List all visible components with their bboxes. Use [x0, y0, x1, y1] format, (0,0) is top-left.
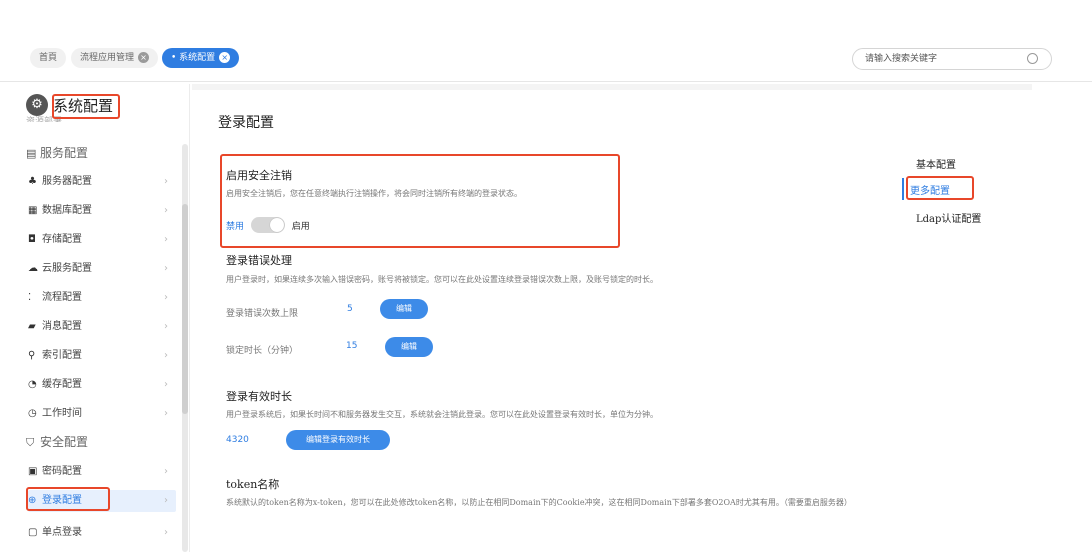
group-label: 服务配置	[40, 146, 89, 160]
highlight-sidebar-title	[52, 94, 120, 119]
sidebar-item-password[interactable]: ▣ 密码配置 ›	[28, 461, 176, 483]
page-title: 登录配置	[218, 115, 274, 131]
highlight-login-config	[26, 487, 110, 511]
section-title-login-duration: 登录有效时长	[226, 390, 292, 403]
chevron-right-icon: ›	[164, 527, 168, 538]
close-icon[interactable]: ×	[219, 52, 231, 63]
cache-icon: ◔	[28, 379, 37, 390]
sidebar-item-label: 云服务配置	[42, 263, 92, 274]
sidebar-item-label: 缓存配置	[42, 379, 82, 390]
tab-label: 首頁	[39, 53, 58, 63]
chevron-right-icon: ›	[164, 205, 168, 216]
sidebar-item-label: 密码配置	[42, 466, 82, 477]
edit-limit-button[interactable]: 编辑	[380, 299, 428, 319]
highlight-safe-logout-section	[220, 154, 620, 248]
storage-icon: ◘	[28, 234, 36, 245]
chevron-right-icon: ›	[164, 350, 168, 361]
sidebar-item-database[interactable]: ▦ 数据库配置 ›	[28, 200, 176, 222]
group-service-config[interactable]: ▤ 服务配置	[26, 144, 88, 161]
message-icon: ▰	[28, 321, 36, 332]
search-icon: ⚲	[28, 350, 36, 361]
tab-label: 流程应用管理	[80, 53, 135, 63]
chevron-right-icon: ›	[164, 466, 168, 477]
chevron-right-icon: ›	[164, 321, 168, 332]
document-icon: ▤	[26, 147, 37, 160]
search-icon[interactable]	[1027, 53, 1038, 64]
tab-bar: 首頁 流程应用管理 × • 系统配置 ×	[0, 0, 1092, 82]
chevron-right-icon: ›	[164, 292, 168, 303]
sidebar-item-storage[interactable]: ◘ 存储配置 ›	[28, 229, 176, 251]
sidebar-item-work-time[interactable]: ◷ 工作时间 ›	[28, 403, 176, 425]
sidebar-item-message[interactable]: ▰ 消息配置 ›	[28, 316, 176, 338]
cloud-icon: ☁	[28, 263, 38, 274]
login-error-limit-label: 登录错误次数上限	[226, 309, 299, 319]
sidebar-item-cache[interactable]: ◔ 缓存配置 ›	[28, 374, 176, 396]
sso-icon: ▢	[28, 527, 38, 538]
section-desc-login-error: 用户登录时，如果连续多次输入错误密码，账号将被锁定。您可以在此处设置连续登录错误…	[226, 275, 658, 284]
scrollbar-thumb[interactable]	[182, 204, 188, 414]
anchor-active-bar	[902, 178, 904, 200]
sidebar-item-label: 服务器配置	[42, 176, 92, 187]
sidebar-item-label: 索引配置	[42, 350, 82, 361]
tab-system-config[interactable]: • 系统配置 ×	[162, 48, 240, 68]
sidebar-item-index[interactable]: ⚲ 索引配置 ›	[28, 345, 176, 367]
edit-lock-button[interactable]: 编辑	[385, 337, 433, 357]
lock-icon: ▣	[28, 466, 38, 477]
chevron-right-icon: ›	[164, 408, 168, 419]
sidebar-item-cloud[interactable]: ☁ 云服务配置 ›	[28, 258, 176, 280]
tab-label: • 系统配置	[171, 53, 216, 63]
lock-duration-label: 锁定时长（分钟）	[226, 346, 299, 356]
login-duration-value: 4320	[226, 435, 249, 445]
section-desc-login-duration: 用户登录系统后，如果长时间不和服务器发生交互，系统就会注销此登录。您可以在此处设…	[226, 410, 658, 419]
sidebar-item-flow[interactable]: ⁚ 流程配置 ›	[28, 287, 176, 309]
gear-icon: ⚙	[26, 94, 48, 116]
sidebar: 资源部署 ⚙ 系统配置 ▤ 服务配置 ♣ 服务器配置 › ▦ 数据库配置 › ◘ 存储配置 ›…	[0, 84, 190, 552]
sidebar-item-label: 消息配置	[42, 321, 82, 332]
anchor-basic-config[interactable]: 基本配置	[916, 156, 956, 171]
shield-icon: ⛉	[26, 436, 35, 449]
clock-icon: ◷	[28, 408, 37, 419]
main-top-shade	[192, 84, 1032, 90]
section-title-token: token名称	[226, 478, 280, 491]
search-box	[852, 48, 1052, 70]
chevron-right-icon: ›	[164, 263, 168, 274]
database-icon: ▦	[28, 205, 38, 216]
highlight-more-config	[906, 176, 974, 200]
sidebar-item-label: 单点登录	[42, 527, 82, 538]
group-label: 安全配置	[40, 435, 89, 449]
section-title-login-error: 登录错误处理	[226, 254, 292, 267]
chevron-right-icon: ›	[164, 234, 168, 245]
flow-icon: ⁚	[28, 292, 32, 303]
chevron-right-icon: ›	[164, 379, 168, 390]
sidebar-item-label: 工作时间	[42, 408, 82, 419]
sidebar-item-label: 流程配置	[42, 292, 82, 303]
sidebar-item-server[interactable]: ♣ 服务器配置 ›	[28, 171, 176, 193]
edit-login-duration-button[interactable]: 编辑登录有效时长	[286, 430, 390, 450]
sidebar-item-label: 数据库配置	[42, 205, 92, 216]
close-icon[interactable]: ×	[138, 52, 150, 63]
anchor-ldap-config[interactable]: Ldap认证配置	[916, 210, 981, 225]
tab-process-app-management[interactable]: 流程应用管理 ×	[71, 48, 159, 68]
sidebar-item-sso[interactable]: ▢ 单点登录 ›	[28, 522, 176, 544]
tab-home[interactable]: 首頁	[30, 48, 67, 68]
group-security-config[interactable]: ⛉ 安全配置	[26, 433, 88, 450]
server-icon: ♣	[28, 176, 37, 187]
login-error-limit-value: 5	[347, 304, 353, 314]
chevron-right-icon: ›	[164, 495, 168, 506]
section-desc-token: 系统默认的token名称为x-token，您可以在此处修改token名称，以防止…	[226, 498, 852, 507]
search-input[interactable]	[865, 52, 1015, 66]
chevron-right-icon: ›	[164, 176, 168, 187]
sidebar-scrollbar[interactable]	[182, 144, 188, 552]
lock-duration-value: 15	[346, 341, 358, 351]
sidebar-item-label: 存储配置	[42, 234, 82, 245]
